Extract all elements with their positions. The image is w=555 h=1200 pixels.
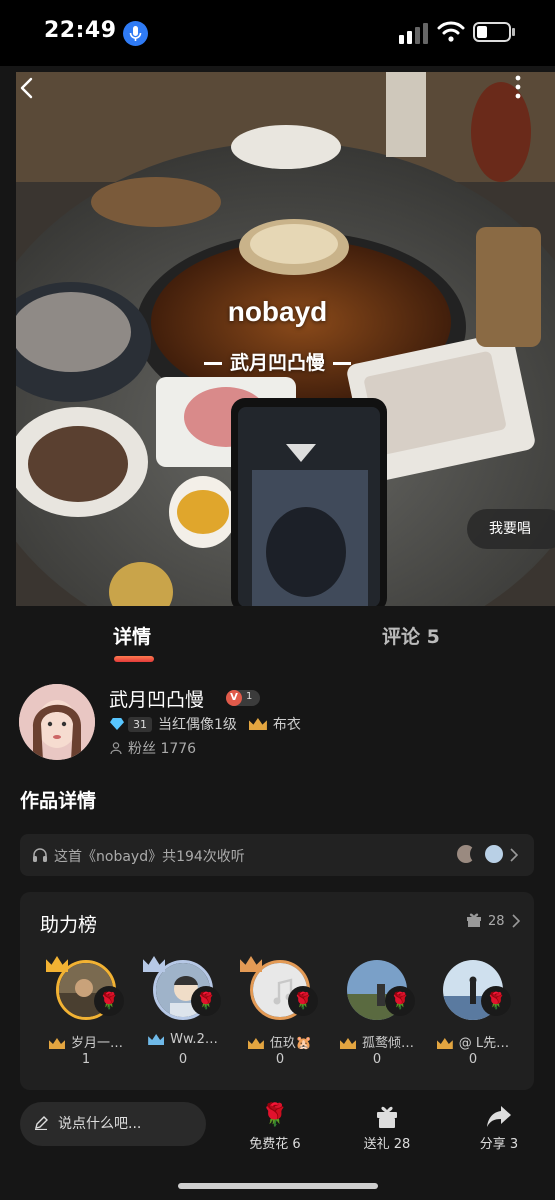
- share-label: 分享 3: [479, 1137, 519, 1152]
- rank-name-text: 孤鹜倾…: [361, 1036, 414, 1051]
- comment-placeholder: 说点什么吧...: [58, 1116, 142, 1132]
- rank-name: Ww.2…: [133, 1032, 233, 1047]
- dash-right: [333, 362, 351, 365]
- section-title: 作品详情: [20, 790, 97, 812]
- rank-name: 伍玖🐹: [230, 1032, 330, 1051]
- dash-left: [203, 362, 222, 365]
- rose-icon: 🌹: [261, 1103, 289, 1128]
- rank-score: 0: [178, 1052, 188, 1067]
- chevron-right-icon[interactable]: [512, 914, 520, 928]
- crown-icon: [148, 1034, 165, 1045]
- user-title: 布衣: [272, 717, 301, 733]
- rose-icon: 🌹: [288, 986, 318, 1016]
- rank-crown-icon: [46, 956, 68, 972]
- song-artist: 武月凹凸慢: [0, 348, 555, 375]
- pencil-icon: [35, 1116, 48, 1130]
- crown-icon: [247, 1038, 264, 1049]
- rank-name-text: @ L先…: [458, 1036, 510, 1051]
- rank-score: 0: [468, 1052, 478, 1067]
- crown-icon: [436, 1038, 453, 1049]
- user-name[interactable]: 武月凹凸慢: [109, 685, 204, 712]
- microphone-icon: [123, 21, 148, 46]
- listen-count-text: 这首《nobayd》共194次收听: [54, 849, 245, 865]
- rank-item-5[interactable]: 🌹 @ L先… 0: [423, 954, 523, 1074]
- back-icon[interactable]: [14, 76, 42, 100]
- rank-crown-icon: [240, 956, 262, 972]
- board-gift-count: 28: [488, 914, 505, 929]
- song-artist-name: 武月凹凸慢: [229, 352, 325, 374]
- tab-indicator: [114, 656, 154, 662]
- song-title: nobayd: [227, 296, 328, 327]
- comment-input[interactable]: 说点什么吧...: [20, 1102, 206, 1146]
- rose-icon: 🌹: [481, 986, 511, 1016]
- vip-badge: V 1: [226, 690, 260, 706]
- listen-info-bar[interactable]: 这首《nobayd》共194次收听: [20, 834, 534, 876]
- signal-icon: [399, 23, 428, 44]
- rank-item-3[interactable]: 🌹 伍玖🐹 0: [230, 954, 330, 1074]
- board-title: 助力榜: [40, 914, 98, 936]
- rank-score: 0: [275, 1052, 285, 1067]
- more-icon[interactable]: [512, 74, 524, 100]
- battery-icon: [473, 22, 511, 42]
- crown-icon: [48, 1038, 65, 1049]
- avatar[interactable]: [19, 684, 95, 760]
- rank-crown-icon: [143, 956, 165, 972]
- user-meta: 31 当红偶像1级 布衣: [110, 714, 301, 734]
- support-board[interactable]: 助力榜 28 🌹 岁月一… 1 🌹 Ww.2… 0 🌹 伍玖🐹 0 🌹 孤鹜倾……: [20, 892, 534, 1090]
- rank-name: 岁月一…: [36, 1032, 136, 1051]
- gift-icon: [342, 1102, 432, 1130]
- battery-nub: [512, 28, 515, 36]
- gift-icon: [467, 913, 481, 927]
- free-flower-label: 免费花 6: [249, 1137, 301, 1152]
- rose-icon: 🌹: [191, 986, 221, 1016]
- tab-comments[interactable]: 评论 5: [382, 622, 440, 649]
- rank-name: @ L先…: [423, 1032, 523, 1051]
- chevron-right-icon: [510, 848, 518, 862]
- rank-name-text: 岁月一…: [70, 1036, 123, 1051]
- rank-item-4[interactable]: 🌹 孤鹜倾… 0: [327, 954, 427, 1074]
- home-indicator[interactable]: [178, 1183, 378, 1189]
- rose-icon: 🌹: [385, 986, 415, 1016]
- person-icon: [110, 742, 122, 754]
- listener-avatar: [484, 844, 504, 864]
- send-gift-label: 送礼 28: [363, 1137, 411, 1152]
- fans-count: 粉丝 1776: [128, 741, 197, 757]
- vip-letter: V: [226, 690, 242, 706]
- headphone-icon: [33, 848, 47, 862]
- fans-row: 粉丝 1776: [110, 738, 196, 758]
- rank-score: 1: [81, 1052, 91, 1067]
- rank-score: 0: [372, 1052, 382, 1067]
- share-button[interactable]: 分享 3: [454, 1102, 544, 1156]
- diamond-icon: [110, 718, 124, 730]
- rank-item-2[interactable]: 🌹 Ww.2… 0: [133, 954, 233, 1074]
- crown-icon: [248, 718, 267, 730]
- diamond-count: 31: [128, 716, 152, 732]
- vip-level: 1: [246, 691, 253, 702]
- status-bar: 22:49: [0, 0, 555, 66]
- share-icon: [454, 1102, 544, 1130]
- rank-item-1[interactable]: 🌹 岁月一… 1: [36, 954, 136, 1074]
- tab-details[interactable]: 详情: [113, 622, 151, 649]
- rank-name: 孤鹜倾…: [327, 1032, 427, 1051]
- rank-name-text: Ww.2…: [170, 1032, 218, 1047]
- wifi-icon: [437, 21, 465, 42]
- status-time: 22:49: [44, 18, 117, 43]
- idol-level: 当红偶像1级: [158, 717, 237, 733]
- rose-icon: 🌹: [94, 986, 124, 1016]
- send-gift-button[interactable]: 送礼 28: [342, 1102, 432, 1156]
- sing-button[interactable]: 我要唱: [467, 509, 555, 549]
- free-flower-button[interactable]: 🌹 免费花 6: [230, 1102, 320, 1156]
- rank-name-text: 伍玖🐹: [269, 1036, 313, 1051]
- crown-icon: [339, 1038, 356, 1049]
